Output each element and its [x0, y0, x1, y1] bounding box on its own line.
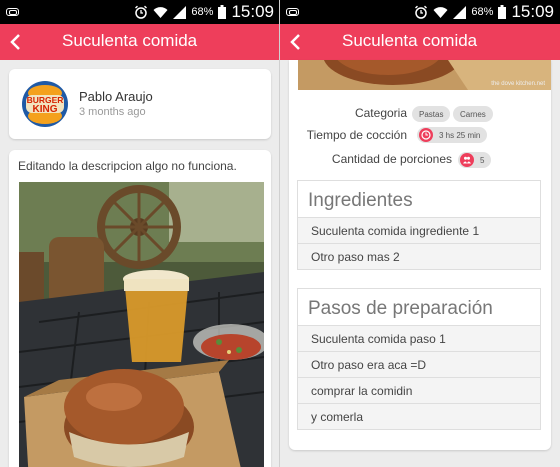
- portions-chip: 5: [458, 152, 492, 168]
- portions-value: 5: [480, 155, 485, 165]
- step-item: y comerla: [298, 403, 540, 429]
- back-button[interactable]: [0, 24, 30, 60]
- voicemail-icon: [286, 8, 299, 16]
- back-button[interactable]: [280, 24, 310, 60]
- left-screen: 68% 15:09 Suculenta comida BURGER KING P…: [0, 0, 280, 467]
- signal-icon: [453, 5, 467, 19]
- step-item: Suculenta comida paso 1: [298, 325, 540, 351]
- post-card: Editando la descripcion algo no funciona…: [9, 150, 271, 467]
- ingredients-title: Ingredientes: [308, 190, 413, 211]
- voicemail-icon: [6, 8, 19, 16]
- category-chip-pastas[interactable]: Pastas: [412, 106, 451, 122]
- status-bar: 68% 15:09: [280, 0, 560, 24]
- category-chip-carnes[interactable]: Carnes: [453, 106, 493, 122]
- cook-time-value: 3 hs 25 min: [439, 130, 481, 140]
- app-bar: Suculenta comida: [0, 24, 280, 60]
- clock: 15:09: [231, 2, 274, 21]
- clock-icon: [419, 128, 433, 142]
- clock: 15:09: [511, 2, 554, 21]
- app-bar-title: Suculenta comida: [62, 31, 198, 50]
- post-description: Editando la descripcion algo no funciona…: [18, 159, 237, 173]
- steps-title: Pasos de preparación: [308, 298, 493, 319]
- svg-text:KING: KING: [33, 104, 58, 115]
- alarm-icon: [415, 5, 428, 19]
- battery-icon: [218, 5, 227, 19]
- step-item: Otro paso era aca =D: [298, 351, 540, 377]
- ingredients-section: Ingredientes Suculenta comida ingredient…: [297, 180, 541, 270]
- battery-icon: [498, 5, 507, 19]
- wifi-icon: [433, 6, 448, 18]
- alarm-icon: [135, 5, 148, 19]
- burger-king-logo: BURGER KING: [22, 81, 68, 127]
- wifi-icon: [153, 6, 168, 18]
- food-photo[interactable]: [19, 182, 264, 467]
- app-bar-title: Suculenta comida: [342, 31, 478, 50]
- food-photo-crop[interactable]: the dove kitchen.net: [298, 60, 551, 90]
- portions-label: Cantidad de porciones: [331, 152, 452, 166]
- recipe-details-card: the dove kitchen.net Categoria Pastas Ca…: [289, 60, 551, 450]
- cook-time-label: Tiempo de cocción: [306, 128, 407, 142]
- step-item: comprar la comidin: [298, 377, 540, 403]
- signal-icon: [173, 5, 187, 19]
- right-screen: 68% 15:09 Suculenta comida the dove kitc…: [280, 0, 560, 467]
- photo-watermark: the dove kitchen.net: [491, 81, 545, 87]
- back-arrow-icon: [290, 34, 300, 50]
- status-bar: 68% 15:09: [0, 0, 280, 24]
- ingredient-item: Otro paso mas 2: [298, 243, 540, 269]
- post-time: 3 months ago: [79, 106, 146, 118]
- food-photo-illustration: [19, 182, 264, 467]
- app-bar: Suculenta comida: [280, 24, 560, 60]
- category-label: Categoria: [354, 106, 407, 120]
- cook-time-chip: 3 hs 25 min: [417, 127, 488, 143]
- steps-section: Pasos de preparación Suculenta comida pa…: [297, 288, 541, 430]
- author-name[interactable]: Pablo Araujo: [79, 89, 153, 104]
- back-arrow-icon: [10, 34, 20, 50]
- ingredient-item: Suculenta comida ingrediente 1: [298, 217, 540, 243]
- battery-percent: 68%: [191, 6, 214, 18]
- battery-percent: 68%: [471, 6, 494, 18]
- people-icon: [460, 153, 474, 167]
- author-card[interactable]: BURGER KING Pablo Araujo 3 months ago: [9, 69, 271, 139]
